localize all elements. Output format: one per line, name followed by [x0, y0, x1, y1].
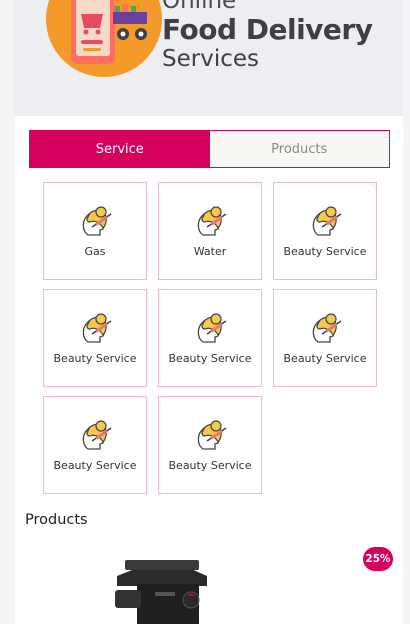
- service-label: Beauty Service: [53, 352, 137, 365]
- beauty-head-icon: [82, 420, 112, 450]
- service-card-beauty[interactable]: Beauty Service: [43, 396, 147, 494]
- service-label: Gas: [84, 245, 106, 258]
- beauty-head-icon: [82, 313, 112, 343]
- beauty-head-icon: [197, 420, 227, 450]
- service-label: Beauty Service: [168, 352, 252, 365]
- beauty-head-icon: [197, 206, 227, 236]
- service-label: Beauty Service: [283, 245, 367, 258]
- service-card-water[interactable]: Water: [158, 182, 262, 280]
- camera-mount-product-image: [97, 546, 237, 624]
- service-card-beauty[interactable]: Beauty Service: [273, 289, 377, 387]
- service-label: Beauty Service: [53, 459, 137, 472]
- products-section-title: Products: [25, 512, 88, 528]
- beauty-head-icon: [312, 313, 342, 343]
- service-label: Beauty Service: [168, 459, 252, 472]
- page: Online Food Delivery Services Service Pr…: [15, 0, 403, 624]
- tab-bar: Service Products: [29, 130, 390, 168]
- logo-line-online: Online: [162, 0, 237, 14]
- logo-text: Online Food Delivery Services: [162, 0, 373, 72]
- discount-badge: 25%: [363, 547, 393, 571]
- beauty-head-icon: [197, 313, 227, 343]
- beauty-head-icon: [312, 206, 342, 236]
- service-label: Beauty Service: [283, 352, 367, 365]
- service-grid: Gas Water Beauty Service Beauty Service …: [43, 182, 377, 494]
- logo-line-services: Services: [162, 46, 259, 72]
- tab-products[interactable]: Products: [209, 131, 389, 167]
- service-label: Water: [193, 245, 227, 258]
- service-card-beauty[interactable]: Beauty Service: [158, 289, 262, 387]
- banner: Online Food Delivery Services: [15, 0, 403, 116]
- service-card-beauty[interactable]: Beauty Service: [43, 289, 147, 387]
- service-card-beauty[interactable]: Beauty Service: [158, 396, 262, 494]
- logo-line-food-delivery: Food Delivery: [162, 13, 373, 46]
- food-delivery-logo-icon: [46, 0, 162, 77]
- tab-service[interactable]: Service: [30, 131, 210, 167]
- beauty-head-icon: [82, 206, 112, 236]
- product-card[interactable]: 25%: [15, 538, 403, 624]
- service-card-beauty[interactable]: Beauty Service: [273, 182, 377, 280]
- service-card-gas[interactable]: Gas: [43, 182, 147, 280]
